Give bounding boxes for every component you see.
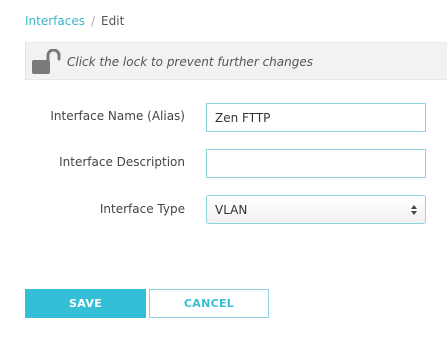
breadcrumb: Interfaces / Edit — [25, 13, 124, 29]
interface-name-label: Interface Name (Alias) — [50, 109, 185, 123]
select-up-down-arrows-icon — [411, 204, 417, 216]
unlocked-padlock-icon[interactable] — [31, 48, 61, 75]
interface-type-label: Interface Type — [99, 202, 185, 216]
breadcrumb-current-edit: Edit — [101, 14, 125, 28]
interface-description-input[interactable] — [206, 149, 426, 178]
lock-message: Click the lock to prevent further change… — [67, 55, 313, 69]
interface-description-label: Interface Description — [59, 155, 185, 169]
cancel-button[interactable]: CANCEL — [149, 289, 269, 318]
save-button[interactable]: SAVE — [25, 289, 146, 318]
interface-name-input[interactable] — [206, 103, 426, 132]
breadcrumb-separator: / — [90, 14, 96, 28]
interface-type-select[interactable]: VLAN — [206, 195, 426, 224]
breadcrumb-link-interfaces[interactable]: Interfaces — [25, 14, 85, 28]
lock-bar: Click the lock to prevent further change… — [25, 42, 447, 80]
interface-type-selected-value: VLAN — [215, 203, 248, 217]
